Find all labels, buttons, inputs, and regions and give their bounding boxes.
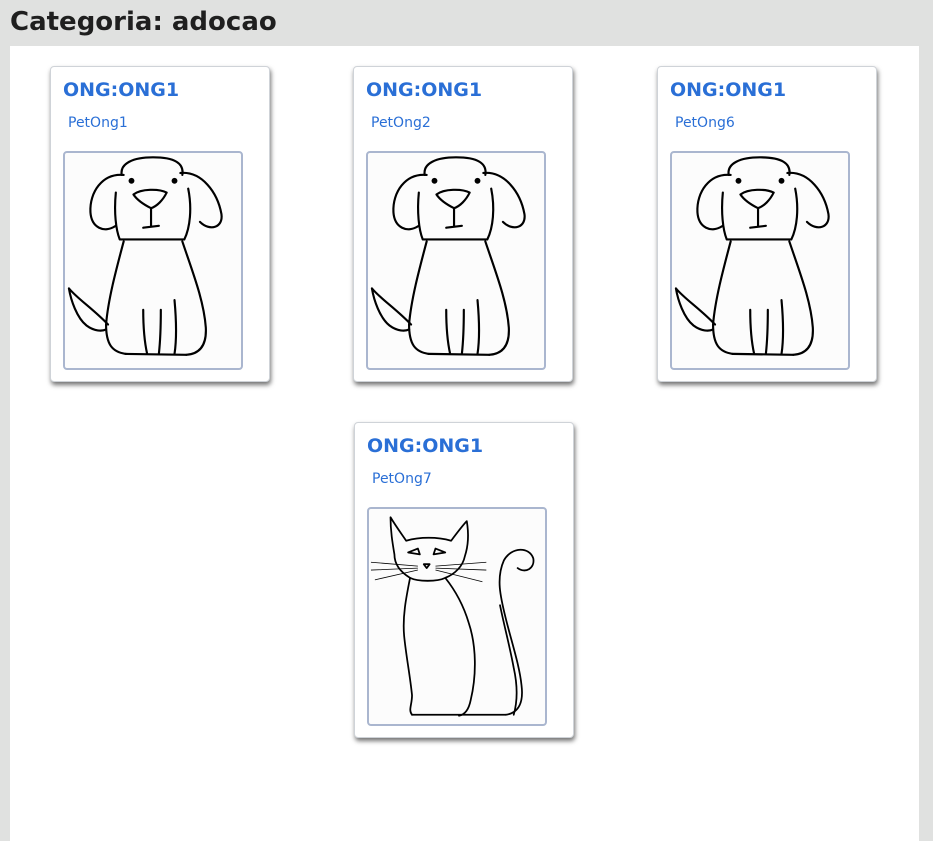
dog-drawing-icon: [67, 156, 223, 356]
pet-grid: ONG:ONG1 PetOng1 ONG:ONG1 PetOng2 ONG:ON…: [10, 46, 919, 841]
ong-label[interactable]: ONG:ONG1: [367, 435, 483, 457]
pet-image-dog[interactable]: [670, 151, 850, 370]
pet-card[interactable]: ONG:ONG1 PetOng6: [657, 66, 877, 382]
page-title: Categoria: adocao: [10, 7, 277, 37]
ong-label[interactable]: ONG:ONG1: [63, 79, 179, 101]
pet-name-link[interactable]: PetOng2: [371, 115, 431, 131]
pet-image-dog[interactable]: [63, 151, 243, 370]
pet-image-cat[interactable]: [367, 507, 547, 726]
cat-drawing-icon: [370, 516, 535, 717]
pet-card[interactable]: ONG:ONG1 PetOng7: [354, 422, 574, 738]
pet-name-link[interactable]: PetOng1: [68, 115, 128, 131]
pet-image-dog[interactable]: [366, 151, 546, 370]
pet-name-link[interactable]: PetOng7: [372, 471, 432, 487]
pet-card[interactable]: ONG:ONG1 PetOng2: [353, 66, 573, 382]
ong-label[interactable]: ONG:ONG1: [366, 79, 482, 101]
ong-label[interactable]: ONG:ONG1: [670, 79, 786, 101]
dog-drawing-icon: [674, 156, 830, 356]
pet-name-link[interactable]: PetOng6: [675, 115, 735, 131]
dog-drawing-icon: [370, 156, 526, 356]
pet-card[interactable]: ONG:ONG1 PetOng1: [50, 66, 270, 382]
